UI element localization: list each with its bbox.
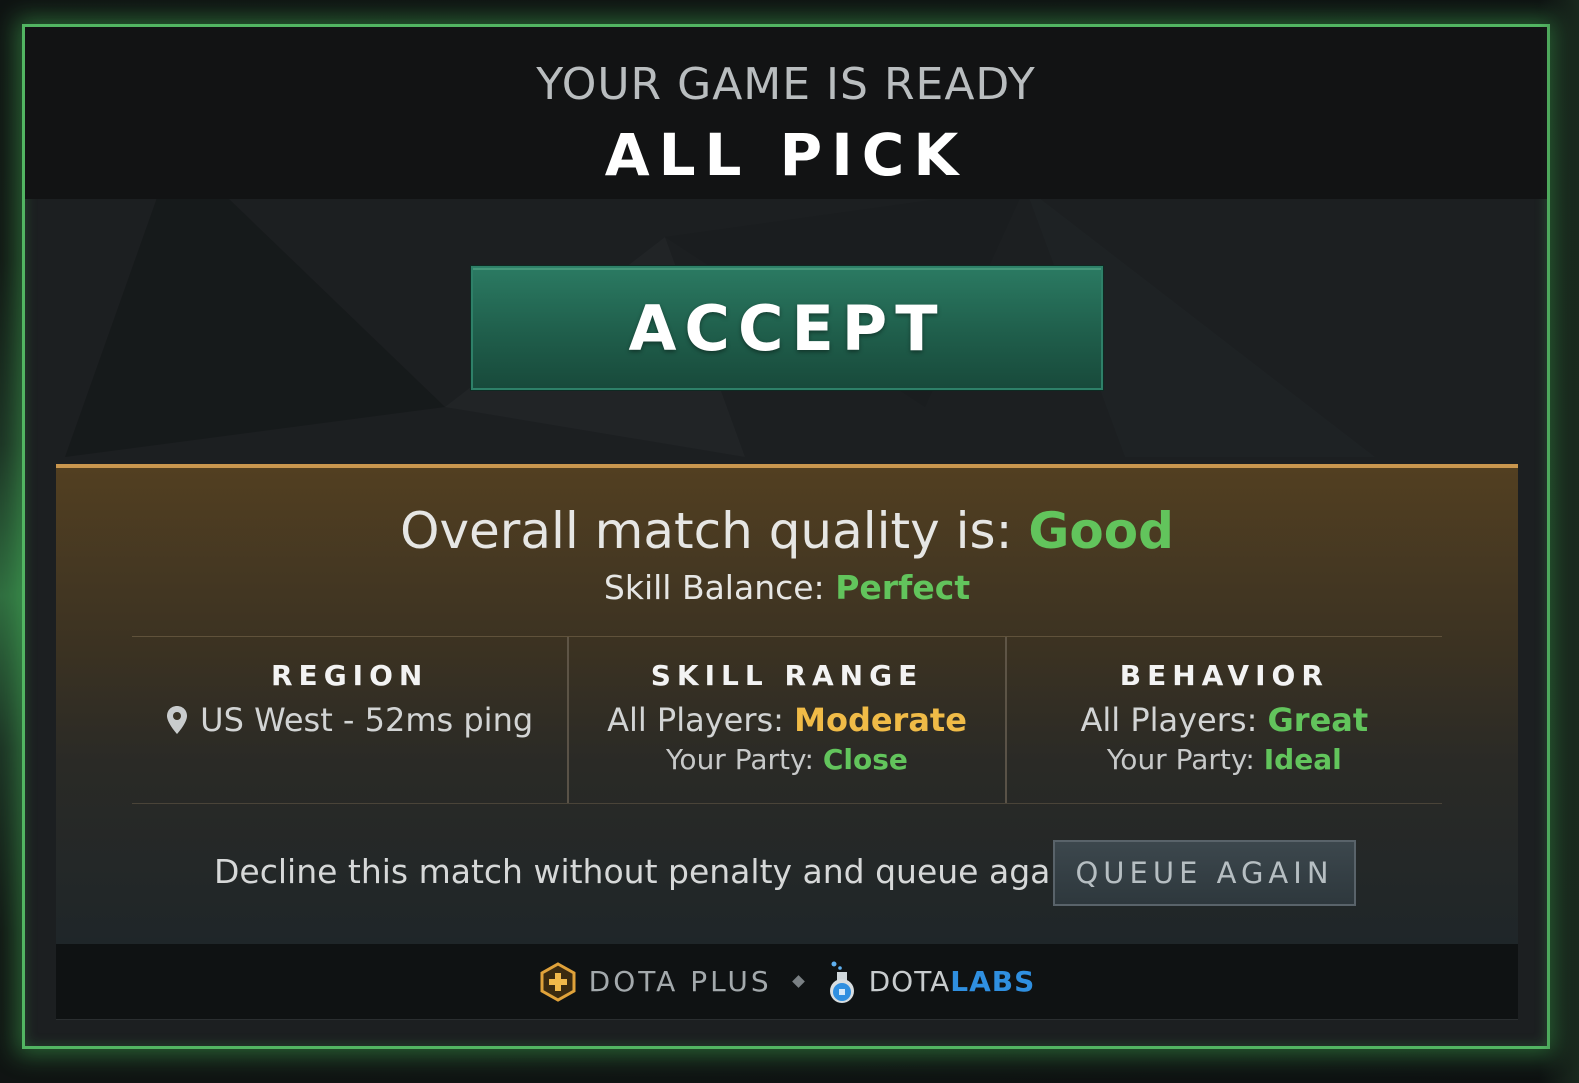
dota-plus-hex-icon <box>540 961 576 1002</box>
accept-button[interactable]: ACCEPT <box>471 266 1103 390</box>
match-ready-dialog: YOUR GAME IS READY ALL PICK ACCEPT Overa… <box>22 24 1550 1049</box>
skill-range-column: SKILL RANGE All Players: Moderate Your P… <box>567 637 1004 803</box>
overall-quality-prefix: Overall match quality is: <box>400 502 1013 560</box>
match-stats-row: REGION US West - 52ms ping SKILL RANGE A… <box>132 636 1442 804</box>
behavior-party: Your Party: Ideal <box>1007 743 1442 776</box>
game-ready-title: YOUR GAME IS READY <box>536 59 1036 110</box>
queue-again-button[interactable]: QUEUE AGAIN <box>1053 840 1356 906</box>
skill-balance-line: Skill Balance: Perfect <box>56 568 1518 607</box>
skill-range-party-prefix: Your Party: <box>666 743 814 776</box>
skill-range-all-players-prefix: All Players: <box>607 701 784 739</box>
behavior-heading: BEHAVIOR <box>1119 659 1329 692</box>
location-pin-icon <box>167 706 188 734</box>
behavior-all-players-value: Great <box>1267 701 1369 739</box>
footer-bar: DOTA PLUS DOTA LABS <box>56 944 1518 1020</box>
behavior-all-players: All Players: Great <box>1007 701 1442 739</box>
skill-range-all-players-value: Moderate <box>794 701 967 739</box>
overall-quality-line: Overall match quality is: Good <box>56 502 1518 560</box>
skill-balance-prefix: Skill Balance: <box>603 568 825 607</box>
dota-plus-brand[interactable]: DOTA PLUS <box>539 961 772 1002</box>
skill-range-heading: SKILL RANGE <box>650 659 924 692</box>
skill-balance-value: Perfect <box>835 568 971 607</box>
behavior-party-prefix: Your Party: <box>1106 743 1255 776</box>
flask-icon <box>829 961 854 1003</box>
behavior-column: BEHAVIOR All Players: Great Your Party: … <box>1004 637 1442 803</box>
behavior-party-value: Ideal <box>1263 743 1342 776</box>
dotalabs-label-dota: DOTA <box>868 965 951 998</box>
decline-description: Decline this match without penalty and q… <box>214 852 1092 891</box>
overall-quality-value: Good <box>1028 502 1174 560</box>
behavior-all-players-prefix: All Players: <box>1080 701 1258 739</box>
dotalabs-brand[interactable]: DOTA LABS <box>825 960 1036 1004</box>
dotalabs-label-labs: LABS <box>950 965 1036 998</box>
region-column: REGION US West - 52ms ping <box>132 637 567 803</box>
footer-separator <box>791 975 805 988</box>
screen-backdrop: YOUR GAME IS READY ALL PICK ACCEPT Overa… <box>0 0 1579 1083</box>
skill-range-party: Your Party: Close <box>569 743 1004 776</box>
region-value-line: US West - 52ms ping <box>132 701 567 739</box>
queue-again-label: QUEUE AGAIN <box>1075 856 1334 890</box>
game-mode-title: ALL PICK <box>604 121 968 189</box>
dialog-header: YOUR GAME IS READY ALL PICK <box>25 27 1547 199</box>
match-quality-panel: Overall match quality is: Good Skill Bal… <box>56 464 1518 944</box>
skill-range-party-value: Close <box>822 743 908 776</box>
region-heading: REGION <box>271 659 429 692</box>
accept-button-label: ACCEPT <box>628 291 946 365</box>
skill-range-all-players: All Players: Moderate <box>569 701 1004 739</box>
dota-plus-label: DOTA PLUS <box>588 965 772 998</box>
region-value: US West - 52ms ping <box>200 701 534 739</box>
